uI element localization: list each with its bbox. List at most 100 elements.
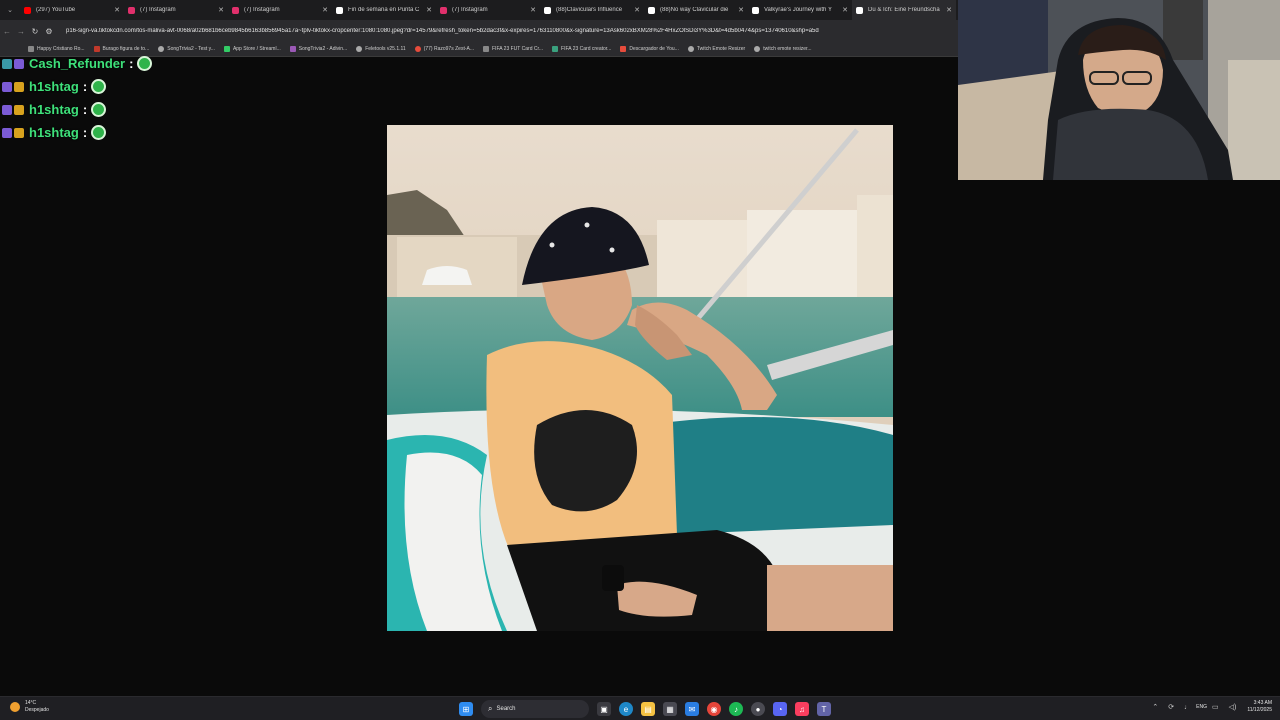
close-tab-icon[interactable]: ✕ (842, 6, 848, 14)
close-tab-icon[interactable]: ✕ (426, 6, 432, 14)
close-tab-icon[interactable]: ✕ (218, 6, 224, 14)
screen: ⌄ (297) YouTube ✕ (7) Instagram ✕ (7) In… (0, 0, 1280, 720)
system-tray: ⌃ ⟳ ♩ ENG ▭ ◁) 3:43 AM 11/12/2025 (1147, 700, 1272, 714)
bookmark-label: SongTrivia2 - Adivin... (298, 46, 348, 52)
site-info-icon[interactable]: ⚙ (42, 27, 56, 36)
emote-icon (91, 79, 107, 94)
spotify-icon[interactable]: ♪ (729, 702, 743, 716)
bookmark-item[interactable]: FIFA 23 Card creator... (552, 46, 611, 52)
bookmark-icon (483, 46, 489, 52)
tab-title: (297) YouTube (36, 7, 76, 13)
weather-desc: Despejado (25, 707, 49, 713)
weather-temp: 14°C (25, 700, 37, 706)
tab-tiktok[interactable]: (88)Claviculars Influence ✕ (540, 0, 644, 20)
weather-widget[interactable]: 14°C Despejado (10, 700, 49, 714)
tab-search-icon[interactable]: ⌄ (0, 0, 20, 20)
network-icon[interactable]: ▭ (1212, 703, 1219, 711)
music-icon[interactable]: ♫ (795, 702, 809, 716)
sync-icon[interactable]: ⟳ (1168, 703, 1174, 711)
tab-instagram[interactable]: (7) Instagram ✕ (436, 0, 540, 20)
instagram-icon (440, 6, 447, 14)
tab-tiktok-active[interactable]: Du & Ich: Eine Freundscha ✕ (852, 0, 956, 20)
close-tab-icon[interactable]: ✕ (322, 6, 328, 14)
bookmark-item[interactable]: FIFA 23 FUT Card Cr... (483, 46, 543, 52)
volume-icon[interactable]: ◁) (1229, 703, 1237, 711)
bookmark-icon (620, 46, 627, 52)
search-label: Search (496, 706, 516, 712)
obs-icon[interactable]: ● (751, 702, 765, 716)
close-tab-icon[interactable]: ✕ (946, 6, 952, 14)
tab-title: (7) Instagram (452, 7, 488, 13)
bookmark-label: Feletools v25.1.11 (365, 46, 406, 52)
chat-badge-icon (14, 104, 24, 115)
tab-instagram[interactable]: (7) Instagram ✕ (228, 0, 332, 20)
bookmark-label: FIFA 23 FUT Card Cr... (492, 46, 544, 52)
bookmark-label: FIFA 23 Card creator... (561, 46, 612, 52)
forward-icon[interactable]: → (14, 27, 28, 36)
windows-start-icon[interactable]: ⊞ (459, 702, 473, 716)
clock[interactable]: 3:43 AM 11/12/2025 (1247, 700, 1272, 714)
tiktok-icon (544, 6, 551, 14)
bookmark-item[interactable]: App Store / Streaml... (223, 46, 281, 52)
bookmark-item[interactable]: SongTrivia2 - Adivin... (289, 46, 348, 52)
tab-tiktok[interactable]: Fin de semana en Punta C ✕ (332, 0, 436, 20)
webcam-feed (958, 0, 1280, 180)
url-field[interactable]: p16-sign-va.tiktokcdn.com/tos-maliva-avt… (66, 28, 958, 34)
close-tab-icon[interactable]: ✕ (530, 6, 536, 14)
profile-photo (387, 125, 893, 631)
back-icon[interactable]: ← (0, 27, 14, 36)
file-explorer-icon[interactable]: ▤ (641, 702, 655, 716)
bookmark-label: twitch emote resizer... (763, 46, 812, 52)
close-tab-icon[interactable]: ✕ (738, 6, 744, 14)
weather-text: 14°C Despejado (25, 700, 49, 714)
tab-title: Fin de semana en Punta C (348, 7, 420, 13)
discord-icon[interactable]: ◔ (773, 702, 787, 716)
chevron-up-icon[interactable]: ⌃ (1152, 703, 1158, 711)
store-icon[interactable]: ▦ (663, 702, 677, 716)
bookmark-icon (289, 46, 296, 52)
tab-youtube[interactable]: (297) YouTube ✕ (20, 0, 124, 20)
taskbar: 14°C Despejado ⊞ ⌕ Search ▣ e ▤ ▦ ✉ ◉ ♪ … (0, 696, 1280, 720)
tab-title: (7) Instagram (244, 7, 280, 13)
chat-badge-icon (14, 81, 24, 92)
tab-instagram[interactable]: (7) Instagram ✕ (124, 0, 228, 20)
bookmark-item[interactable]: SongTrivia2 - Test y... (158, 46, 215, 52)
bookmark-item[interactable]: Descargador de You... (620, 46, 679, 52)
bookmark-item[interactable]: twitch emote resizer... (754, 46, 812, 52)
taskbar-search[interactable]: ⌕ Search (481, 700, 589, 718)
chat-separator: : (82, 79, 88, 94)
task-view-icon[interactable]: ▣ (597, 702, 611, 716)
chat-badge-icon (2, 127, 12, 138)
bookmark-label: SongTrivia2 - Test y... (167, 46, 215, 52)
instagram-icon (232, 6, 239, 14)
chrome-icon[interactable]: ◉ (707, 702, 721, 716)
language-indicator[interactable]: ENG (1196, 704, 1207, 710)
tab-tiktok[interactable]: (88)No way Clavicular die ✕ (644, 0, 748, 20)
emote-icon (91, 102, 107, 117)
chat-message: h1shtag : (2, 75, 152, 98)
tab-title: (88)No way Clavicular die (660, 7, 729, 13)
chat-overlay: Cash_Refunder : h1shtag : h1shtag : h1sh… (2, 52, 153, 144)
bookmark-item[interactable]: (77) Razo97s Zest-A... (414, 46, 474, 52)
bookmark-icon (223, 46, 230, 52)
chat-separator: : (82, 125, 88, 140)
close-tab-icon[interactable]: ✕ (634, 6, 640, 14)
tab-title: (7) Instagram (140, 7, 176, 13)
microphone-icon[interactable]: ♩ (1184, 704, 1191, 711)
teams-icon[interactable]: T (817, 702, 831, 716)
tiktok-icon (856, 6, 863, 14)
bookmark-icon (687, 46, 694, 52)
close-tab-icon[interactable]: ✕ (114, 6, 120, 14)
bookmark-item[interactable]: Feletools v25.1.11 (356, 46, 406, 52)
mail-icon[interactable]: ✉ (685, 702, 699, 716)
edge-icon[interactable]: e (619, 702, 633, 716)
reload-icon[interactable]: ↻ (28, 27, 42, 36)
chat-username: h1shtag (29, 102, 79, 117)
tab-tiktok[interactable]: Valkyrae's Journey with Y ✕ (748, 0, 852, 20)
chat-badge-icon (14, 58, 24, 69)
clock-date: 11/12/2025 (1247, 707, 1272, 713)
bookmark-item[interactable]: Twitch Emote Resizer (687, 46, 745, 52)
chat-badge-icon (2, 81, 12, 92)
chat-badge-icon (2, 58, 12, 69)
youtube-icon (24, 6, 31, 14)
